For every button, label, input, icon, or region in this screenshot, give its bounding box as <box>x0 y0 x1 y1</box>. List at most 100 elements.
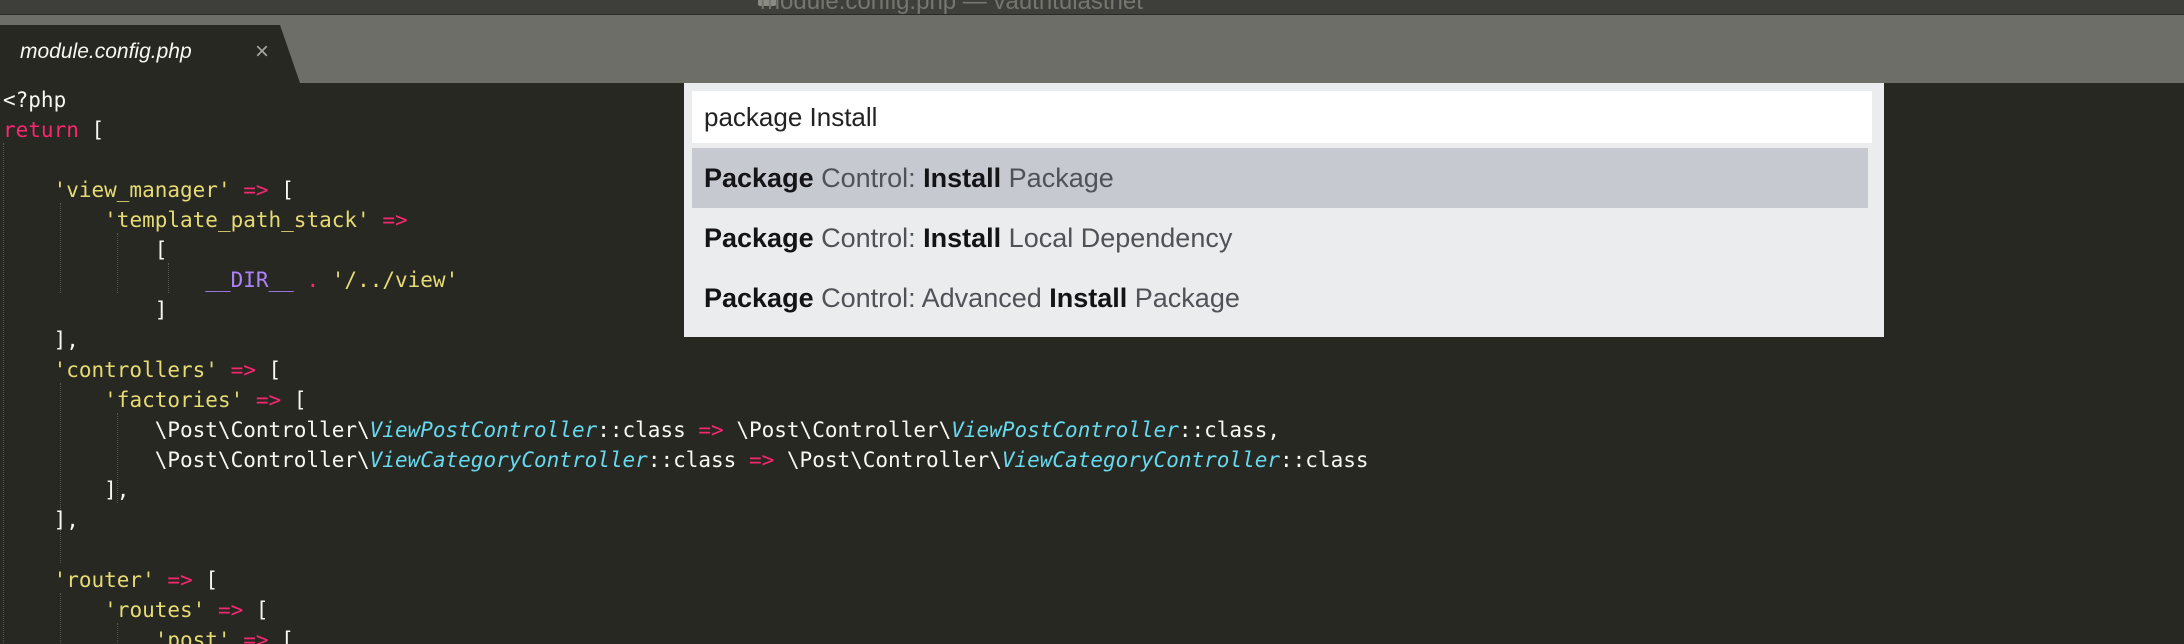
code-token: => <box>243 178 269 202</box>
code-line: return [ <box>3 115 104 145</box>
code-token: 'router' <box>53 568 155 592</box>
code-token: ::class <box>647 448 749 472</box>
code-line: ] <box>3 295 168 325</box>
code-line: [ <box>3 235 168 265</box>
window-title: module.config.php — vauthtulastnet <box>760 0 1143 15</box>
close-icon[interactable]: × <box>255 38 269 66</box>
code-line: __DIR__ . '/../view' <box>3 265 458 295</box>
tab-bar: module.config.php × <box>0 15 2184 83</box>
palette-result[interactable]: Package Control: Advanced Install Packag… <box>692 268 1868 328</box>
result-text: Control: <box>813 163 924 193</box>
code-token: => <box>255 388 282 412</box>
command-palette-input[interactable] <box>692 91 1872 143</box>
code-token: ViewCategoryController <box>1001 448 1280 472</box>
code-token: [ <box>281 388 307 412</box>
tab-label[interactable]: module.config.php <box>20 40 192 64</box>
code-token: return <box>3 118 79 142</box>
code-token: <?php <box>3 88 67 112</box>
code-token: ], <box>3 328 79 352</box>
code-token: [ <box>243 598 269 622</box>
code-token: => <box>230 358 256 382</box>
code-token: => <box>167 568 193 592</box>
code-token: [ <box>3 238 168 262</box>
palette-result[interactable]: Package Control: Install Local Dependenc… <box>692 208 1868 268</box>
code-token: ViewCategoryController <box>369 448 648 472</box>
result-match-text: Package <box>704 163 814 193</box>
result-text: Control: <box>813 223 924 253</box>
code-token: ::class <box>597 418 699 442</box>
code-token: ] <box>3 298 168 322</box>
code-token: ViewPostController <box>951 418 1179 442</box>
code-token: => <box>382 208 408 232</box>
result-match-text: Install <box>923 163 1002 193</box>
code-token: 'controllers' <box>53 358 218 382</box>
code-line: \Post\Controller\ViewPostController::cla… <box>3 415 1280 445</box>
code-token: [ <box>255 358 282 382</box>
palette-result[interactable]: Package Control: Install Package <box>692 148 1868 208</box>
result-match-text: Package <box>704 283 814 313</box>
code-token: => <box>698 418 724 442</box>
code-token: \Post\Controller\ <box>3 418 370 442</box>
code-token: [ <box>268 628 294 644</box>
command-palette: Package Control: Install Package Package… <box>684 83 1884 337</box>
code-line: \Post\Controller\ViewCategoryController:… <box>3 445 1369 475</box>
code-token: 'factories' <box>104 388 244 412</box>
code-token: 'post' <box>154 628 231 644</box>
code-token: => <box>748 448 775 472</box>
code-line: 'routes' => [ <box>3 595 269 625</box>
code-token: ::class, <box>1178 418 1280 442</box>
code-token: 'routes' <box>104 598 206 622</box>
code-line: 'post' => [ <box>3 625 294 644</box>
window-titlebar: module.config.php — vauthtulastnet <box>0 0 2184 15</box>
code-token: [ <box>268 178 294 202</box>
code-token: [ <box>192 568 218 592</box>
code-token: ], <box>3 478 130 502</box>
tab-module-config[interactable]: module.config.php × <box>0 25 300 83</box>
code-line: 'factories' => [ <box>3 385 306 415</box>
code-token: ::class <box>1280 448 1369 472</box>
result-match-text: Install <box>923 223 1002 253</box>
code-line: 'controllers' => [ <box>3 355 282 385</box>
code-line: ], <box>3 505 79 535</box>
code-line: ], <box>3 325 79 355</box>
code-token: 'template_path_stack' <box>104 208 370 232</box>
code-token: '/../view' <box>331 268 459 292</box>
code-token: => <box>217 598 244 622</box>
code-token: ViewPostController <box>369 418 598 442</box>
code-token: . <box>306 268 320 292</box>
code-token: => <box>243 628 269 644</box>
result-text: Package <box>1127 283 1240 313</box>
result-match-text: Package <box>704 223 814 253</box>
code-token: 'view_manager' <box>53 178 231 202</box>
code-token: \Post\Controller\ <box>3 448 370 472</box>
code-line: ], <box>3 475 129 505</box>
result-text: Local Dependency <box>1001 223 1233 253</box>
code-token: __DIR__ <box>205 268 294 292</box>
code-token: \Post\Controller\ <box>774 448 1002 472</box>
code-token: \Post\Controller\ <box>723 418 952 442</box>
code-line: 'router' => [ <box>3 565 218 595</box>
code-line: 'view_manager' => [ <box>3 175 294 205</box>
result-text: Package <box>1001 163 1114 193</box>
result-match-text: Install <box>1049 283 1128 313</box>
code-line: 'template_path_stack' => <box>3 205 408 235</box>
code-line: <?php <box>3 85 66 115</box>
result-text: Control: Advanced <box>813 283 1050 313</box>
